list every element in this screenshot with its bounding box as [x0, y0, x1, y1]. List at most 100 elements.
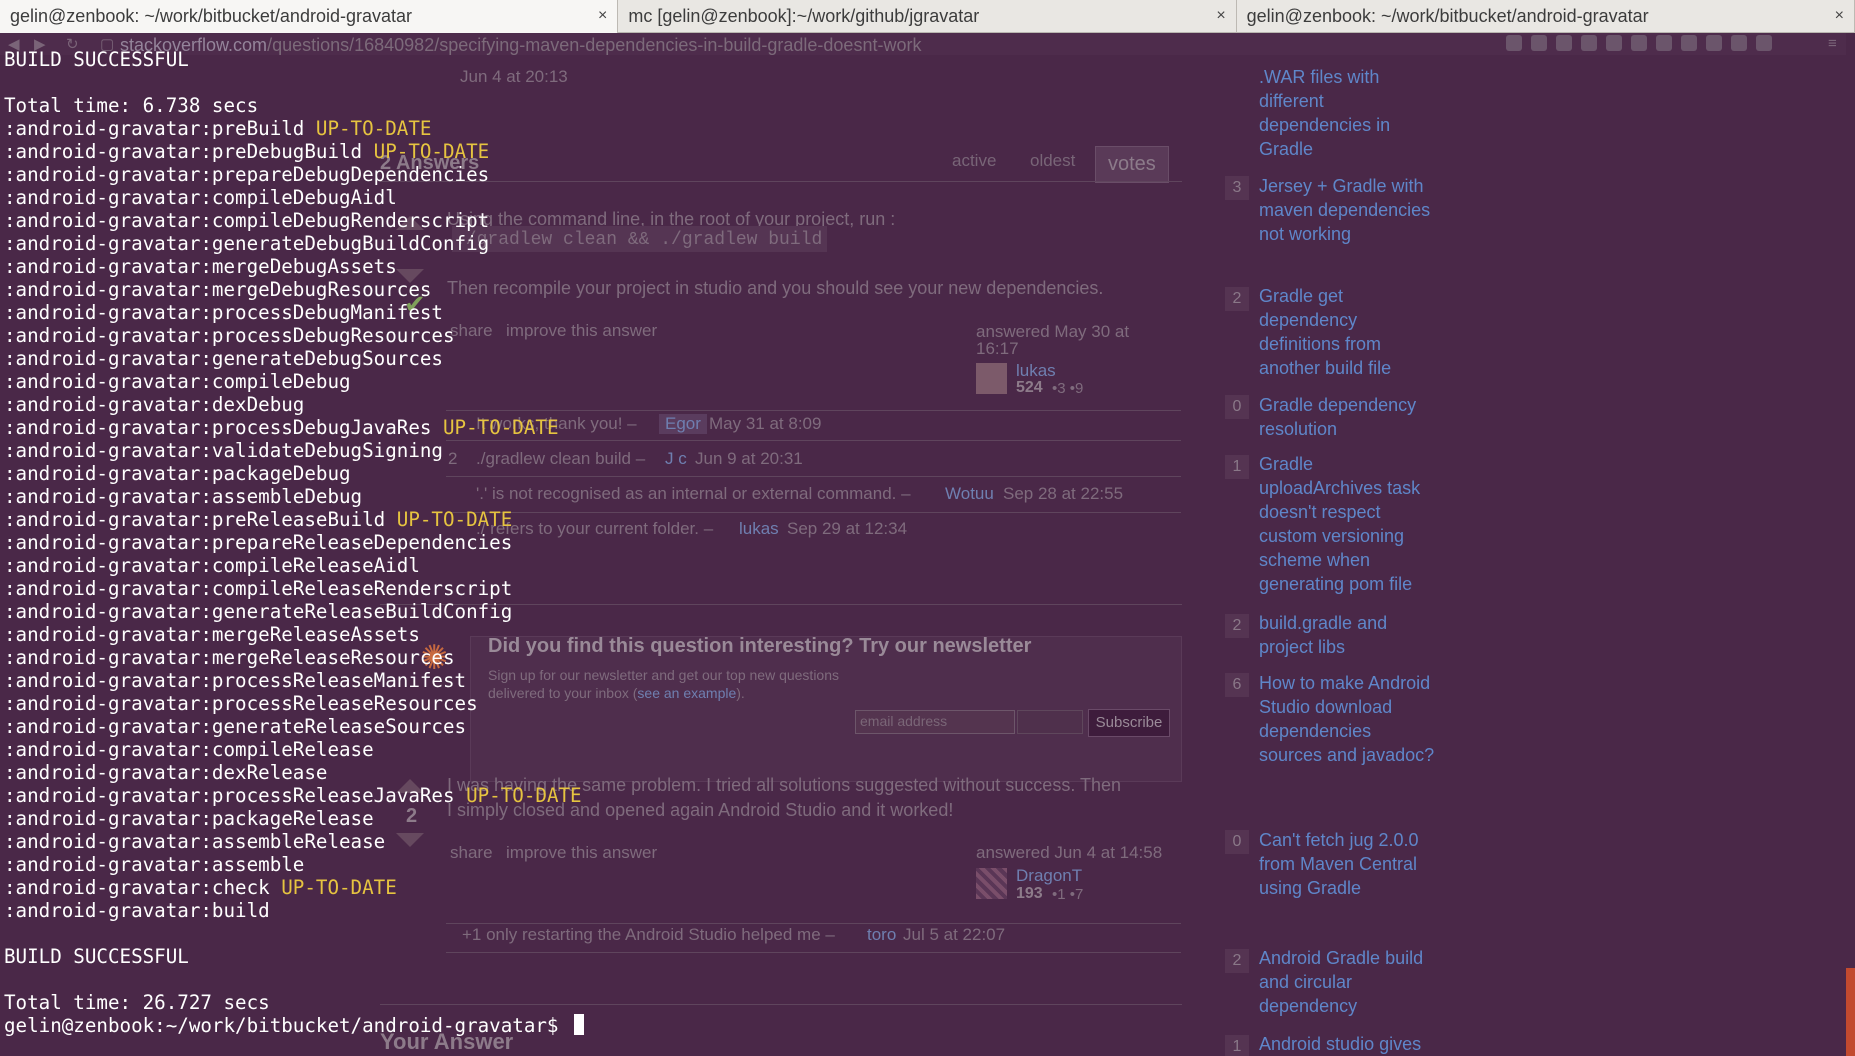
close-tab-icon[interactable]: ×: [1835, 7, 1844, 25]
terminal-line-text: :android-gravatar:processReleaseJavaRes: [4, 784, 467, 807]
terminal-tab-2[interactable]: mc [gelin@zenbook]:~/work/github/jgravat…: [618, 0, 1237, 33]
terminal-line-text: :android-gravatar:compileReleaseAidl: [4, 554, 420, 577]
comment-user[interactable]: Wotuu: [945, 484, 994, 504]
comment-user[interactable]: lukas: [739, 519, 779, 539]
related-link[interactable]: .WAR files with different dependencies i…: [1259, 65, 1439, 161]
terminal-line-text: :android-gravatar:mergeDebugResources: [4, 278, 432, 301]
task-status: UP-TO-DATE: [373, 140, 490, 163]
tab-label: gelin@zenbook: ~/work/bitbucket/android-…: [1246, 6, 1649, 26]
terminal-line: :android-gravatar:assembleRelease: [4, 830, 584, 853]
terminal-tab-1[interactable]: gelin@zenbook: ~/work/bitbucket/android-…: [0, 0, 619, 33]
terminal-line: :android-gravatar:generateDebugSources: [4, 347, 584, 370]
terminal-line: :android-gravatar:compileDebugAidl: [4, 186, 584, 209]
comment-date: Jun 9 at 20:31: [695, 449, 803, 468]
user-link[interactable]: lukas: [1016, 361, 1056, 381]
terminal-line: Total time: 26.727 secs: [4, 991, 584, 1014]
terminal-line-text: :android-gravatar:validateDebugSigning: [4, 439, 443, 462]
menu-icon: ≡: [1828, 35, 1837, 52]
extension-icon: [1531, 35, 1547, 51]
newsletter-desc-end: ).: [736, 685, 745, 701]
terminal-line-text: :android-gravatar:build: [4, 899, 270, 922]
extension-icon: [1731, 35, 1747, 51]
terminal-line: :android-gravatar:compileDebugRenderscri…: [4, 209, 584, 232]
terminal-line: :android-gravatar:processReleaseResource…: [4, 692, 584, 715]
close-tab-icon[interactable]: ×: [1216, 7, 1225, 25]
related-link[interactable]: Can't fetch jug 2.0.0 from Maven Central…: [1259, 828, 1439, 900]
terminal-line: :android-gravatar:generateDebugBuildConf…: [4, 232, 584, 255]
shell-prompt-line[interactable]: gelin@zenbook:~/work/bitbucket/android-g…: [4, 1014, 585, 1037]
email-field-extra[interactable]: [1017, 710, 1083, 734]
terminal-line-text: :android-gravatar:generateReleaseBuildCo…: [4, 600, 513, 623]
download-icon: [1756, 35, 1772, 51]
terminal-line-text: :android-gravatar:generateDebugSources: [4, 347, 443, 370]
terminal-line: :android-gravatar:compileDebug: [4, 370, 584, 393]
related-count: 3: [1225, 176, 1249, 200]
see-example-link[interactable]: see an example: [637, 685, 736, 701]
related-link[interactable]: Gradle get dependency definitions from a…: [1259, 284, 1439, 380]
related-link[interactable]: Gradle uploadArchives task doesn't respe…: [1259, 452, 1439, 596]
avatar[interactable]: [976, 363, 1007, 394]
answered-date: answered Jun 4 at 14:58: [976, 843, 1163, 862]
terminal-line-text: :android-gravatar:preDebugBuild: [4, 140, 374, 163]
related-link[interactable]: How to make Android Studio download depe…: [1259, 671, 1439, 767]
extension-icon: [1706, 35, 1722, 51]
related-link[interactable]: Jersey + Gradle with maven dependencies …: [1259, 174, 1439, 246]
related-link[interactable]: build.gradle and project libs: [1259, 611, 1439, 659]
terminal-scrollbar[interactable]: [1846, 33, 1855, 1056]
terminal-line: :android-gravatar:packageDebug: [4, 462, 584, 485]
close-tab-icon[interactable]: ×: [598, 7, 607, 25]
task-status: UP-TO-DATE: [281, 876, 397, 899]
terminal-line-text: :android-gravatar:mergeReleaseResources: [4, 646, 455, 669]
comment-user[interactable]: Egor: [659, 414, 707, 434]
sort-oldest-tab[interactable]: oldest: [1030, 151, 1075, 171]
email-field[interactable]: email address: [855, 710, 1015, 734]
comment-user[interactable]: toro: [867, 925, 896, 945]
terminal-line: :android-gravatar:processReleaseJavaRes …: [4, 784, 584, 807]
related-link[interactable]: Gradle dependency resolution: [1259, 393, 1439, 441]
related-link[interactable]: Android Gradle build and circular depend…: [1259, 946, 1439, 1018]
terminal-line-text: :android-gravatar:prepareDebugDependenci…: [4, 163, 490, 186]
terminal-line: :android-gravatar:processDebugManifest: [4, 301, 584, 324]
terminal-line: :android-gravatar:mergeReleaseResources: [4, 646, 584, 669]
browser-extension-icons: [1506, 35, 1772, 51]
terminal-line-text: :android-gravatar:processDebugJavaRes: [4, 416, 443, 439]
terminal-output: BUILD SUCCESSFUL Total time: 6.738 secs :a…: [4, 48, 585, 1037]
comment-date: Jul 5 at 22:07: [903, 925, 1006, 944]
terminal-line: BUILD SUCCESSFUL: [4, 48, 584, 71]
sort-active-tab[interactable]: active: [952, 151, 996, 171]
terminal-tab-3[interactable]: gelin@zenbook: ~/work/bitbucket/android-…: [1237, 0, 1855, 33]
terminal-line-text: :android-gravatar:packageRelease: [4, 807, 374, 830]
comment-date: May 31 at 8:09: [709, 414, 822, 433]
related-count: 2: [1225, 949, 1249, 973]
user-link[interactable]: DragonT: [1016, 866, 1082, 886]
terminal-line: :android-gravatar:generateReleaseSources: [4, 715, 584, 738]
scrollbar-thumb[interactable]: [1846, 968, 1855, 1056]
user-reputation: 193: [1016, 885, 1043, 902]
terminal-line-text: :android-gravatar:compileDebug: [4, 370, 351, 393]
terminal-line-text: :android-gravatar:prepareReleaseDependen…: [4, 531, 513, 554]
terminal-line-text: :android-gravatar:processReleaseManifest: [4, 669, 467, 692]
terminal-line-text: BUILD SUCCESSFUL: [4, 945, 189, 968]
terminal-line: :android-gravatar:check UP-TO-DATE: [4, 876, 584, 899]
shell-prompt: gelin@zenbook:~/work/bitbucket/android-g…: [4, 1014, 571, 1037]
terminal-line: :android-gravatar:compileRelease: [4, 738, 584, 761]
terminal-line: :android-gravatar:assembleDebug: [4, 485, 584, 508]
avatar[interactable]: [976, 868, 1007, 899]
terminal-line-text: Total time: 6.738 secs: [4, 94, 259, 117]
terminal-line-text: :android-gravatar:assembleDebug: [4, 485, 363, 508]
comment-user[interactable]: J c: [665, 449, 687, 469]
related-count: 0: [1225, 830, 1249, 854]
subscribe-button[interactable]: Subscribe: [1088, 709, 1170, 737]
sort-votes-tab[interactable]: votes: [1095, 146, 1169, 183]
related-link[interactable]: Android studio gives error when i add: [1259, 1032, 1439, 1056]
terminal-line: :android-gravatar:validateDebugSigning: [4, 439, 584, 462]
comment-date: Sep 28 at 22:55: [1003, 484, 1124, 503]
terminal-line-text: :android-gravatar:generateReleaseSources: [4, 715, 467, 738]
terminal-line-text: :android-gravatar:mergeReleaseAssets: [4, 623, 420, 646]
task-status: UP-TO-DATE: [442, 416, 559, 439]
terminal-line: Total time: 6.738 secs: [4, 94, 584, 117]
user-reputation: 524: [1016, 379, 1043, 396]
terminal-line-text: :android-gravatar:processDebugResources: [4, 324, 455, 347]
